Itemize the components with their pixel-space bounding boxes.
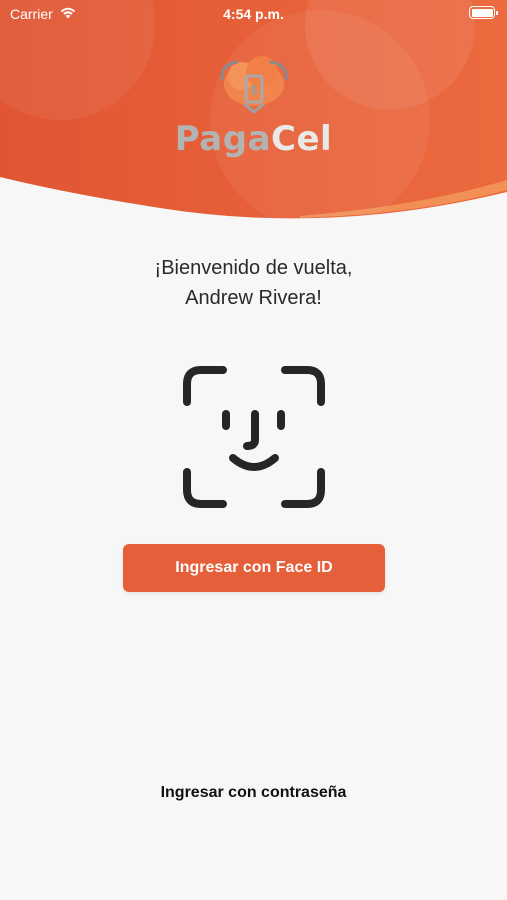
status-bar: Carrier 4:54 p.m. (0, 0, 507, 30)
battery-icon (469, 6, 498, 19)
logo-wordmark: PagaCel (0, 119, 507, 159)
login-screen: Carrier 4:54 p.m. $ PagaCel ¡Bienvenido … (0, 0, 507, 900)
password-login-link[interactable]: Ingresar con contraseña (0, 784, 507, 802)
face-id-icon (183, 366, 325, 508)
welcome-user-name: Andrew Rivera! (185, 287, 322, 309)
face-id-login-button[interactable]: Ingresar con Face ID (123, 544, 385, 592)
welcome-message: ¡Bienvenido de vuelta, Andrew Rivera! (0, 253, 507, 313)
status-time: 4:54 p.m. (223, 6, 284, 22)
app-logo: $ PagaCel (0, 50, 507, 159)
svg-text:$: $ (249, 83, 257, 97)
cloud-phone-logo-icon: $ (214, 50, 294, 121)
welcome-line-1: ¡Bienvenido de vuelta, (154, 257, 353, 279)
logo-text-part2: Cel (271, 119, 333, 159)
logo-text-part1: Paga (174, 119, 272, 159)
